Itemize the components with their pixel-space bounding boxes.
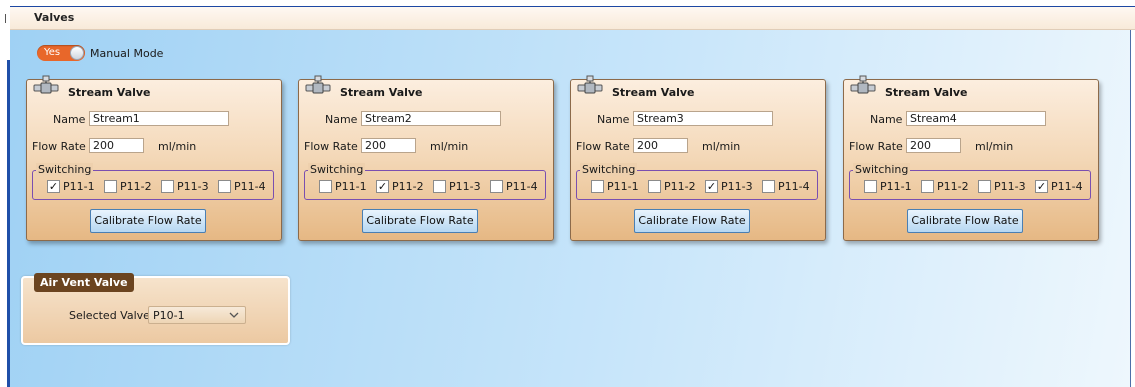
- checkbox-p11-1[interactable]: [319, 180, 332, 193]
- checkbox-p11-2[interactable]: [104, 180, 117, 193]
- selected-valve-value: P10-1: [153, 309, 185, 322]
- title-bar: Valves: [10, 6, 1135, 30]
- checkbox-p11-2[interactable]: ✓: [376, 180, 389, 193]
- stream-valve-card: Stream Valve Name Stream4 Flow Rate 200 …: [843, 75, 1099, 241]
- checkbox-label: P11-3: [721, 180, 753, 193]
- checkbox-label: P11-4: [778, 180, 810, 193]
- manual-mode-toggle[interactable]: Yes: [37, 45, 85, 61]
- name-field[interactable]: Stream4: [906, 111, 1046, 126]
- valve-icon: [305, 75, 331, 94]
- checkbox-label: P11-4: [234, 180, 266, 193]
- flow-rate-field[interactable]: 200: [89, 138, 144, 153]
- checkbox-label: P11-2: [120, 180, 152, 193]
- checkbox-label: P11-1: [607, 180, 639, 193]
- checkbox-p11-2[interactable]: [648, 180, 661, 193]
- checkbox-p11-1[interactable]: [591, 180, 604, 193]
- name-field[interactable]: Stream3: [633, 111, 773, 126]
- name-field[interactable]: Stream2: [361, 111, 501, 126]
- checkbox-label: P11-1: [335, 180, 367, 193]
- selected-valve-dropdown[interactable]: P10-1: [148, 306, 246, 324]
- switching-label: Switching: [308, 163, 366, 176]
- calibrate-flow-rate-button[interactable]: Calibrate Flow Rate: [90, 209, 206, 233]
- window-left-edge: [0, 0, 10, 387]
- card-title: Stream Valve: [885, 86, 968, 99]
- checkbox-label: P11-3: [994, 180, 1026, 193]
- switching-group: Switching P11-1 ✓ P11-2 P11-3 P11-4: [304, 163, 546, 200]
- flow-rate-field[interactable]: 200: [906, 138, 961, 153]
- flow-rate-label: Flow Rate: [304, 140, 358, 153]
- stream-valve-card: Stream Valve Name Stream1 Flow Rate 200 …: [26, 75, 282, 241]
- manual-mode-label: Manual Mode: [90, 47, 164, 60]
- name-label: Name: [325, 113, 358, 126]
- flow-unit-label: ml/min: [702, 140, 741, 153]
- checkbox-p11-3[interactable]: [161, 180, 174, 193]
- valve-icon: [33, 75, 59, 94]
- edge-tick: [5, 14, 6, 23]
- flow-rate-label: Flow Rate: [576, 140, 630, 153]
- checkbox-p11-1[interactable]: [864, 180, 877, 193]
- checkbox-label: P11-4: [1051, 180, 1083, 193]
- chevron-down-icon: [229, 312, 239, 318]
- card-title: Stream Valve: [612, 86, 695, 99]
- name-label: Name: [53, 113, 86, 126]
- checkbox-p11-4[interactable]: [762, 180, 775, 193]
- stream-valve-card: Stream Valve Name Stream3 Flow Rate 200 …: [570, 75, 826, 241]
- checkbox-label: P11-4: [506, 180, 538, 193]
- valve-icon: [577, 75, 603, 94]
- right-border: [1130, 30, 1131, 387]
- toggle-state-label: Yes: [44, 47, 61, 58]
- switching-label: Switching: [853, 163, 911, 176]
- air-vent-valve-title: Air Vent Valve: [34, 273, 134, 292]
- calibrate-flow-rate-button[interactable]: Calibrate Flow Rate: [634, 209, 750, 233]
- checkbox-p11-4[interactable]: [218, 180, 231, 193]
- flow-unit-label: ml/min: [158, 140, 197, 153]
- flow-unit-label: ml/min: [975, 140, 1014, 153]
- switching-group: Switching P11-1 P11-2 ✓ P11-3 P11-4: [576, 163, 818, 200]
- flow-rate-label: Flow Rate: [32, 140, 86, 153]
- checkbox-p11-1[interactable]: ✓: [47, 180, 60, 193]
- toggle-knob: [70, 46, 84, 60]
- checkbox-label: P11-3: [449, 180, 481, 193]
- switching-label: Switching: [580, 163, 638, 176]
- checkbox-label: P11-1: [880, 180, 912, 193]
- checkbox-label: P11-2: [937, 180, 969, 193]
- flow-unit-label: ml/min: [430, 140, 469, 153]
- valve-icon: [850, 75, 876, 94]
- checkbox-p11-3[interactable]: ✓: [705, 180, 718, 193]
- name-label: Name: [870, 113, 903, 126]
- flow-rate-label: Flow Rate: [849, 140, 903, 153]
- switching-group: Switching ✓ P11-1 P11-2 P11-3 P11-4: [32, 163, 274, 200]
- switching-group: Switching P11-1 P11-2 P11-3 ✓ P11-4: [849, 163, 1091, 200]
- checkbox-p11-4[interactable]: [490, 180, 503, 193]
- checkbox-label: P11-1: [63, 180, 95, 193]
- flow-rate-field[interactable]: 200: [361, 138, 416, 153]
- air-vent-valve-panel: Air Vent Valve Selected Valve P10-1: [21, 273, 290, 345]
- stream-valve-card: Stream Valve Name Stream2 Flow Rate 200 …: [298, 75, 554, 241]
- calibrate-flow-rate-button[interactable]: Calibrate Flow Rate: [907, 209, 1023, 233]
- checkbox-label: P11-2: [664, 180, 696, 193]
- checkbox-p11-3[interactable]: [978, 180, 991, 193]
- card-title: Stream Valve: [340, 86, 423, 99]
- checkbox-p11-3[interactable]: [433, 180, 446, 193]
- switching-label: Switching: [36, 163, 94, 176]
- page-title: Valves: [34, 11, 75, 24]
- checkbox-p11-2[interactable]: [921, 180, 934, 193]
- checkbox-label: P11-2: [392, 180, 424, 193]
- card-title: Stream Valve: [68, 86, 151, 99]
- checkbox-p11-4[interactable]: ✓: [1035, 180, 1048, 193]
- calibrate-flow-rate-button[interactable]: Calibrate Flow Rate: [362, 209, 478, 233]
- name-field[interactable]: Stream1: [89, 111, 229, 126]
- flow-rate-field[interactable]: 200: [633, 138, 688, 153]
- name-label: Name: [597, 113, 630, 126]
- selected-valve-label: Selected Valve: [69, 309, 150, 322]
- checkbox-label: P11-3: [177, 180, 209, 193]
